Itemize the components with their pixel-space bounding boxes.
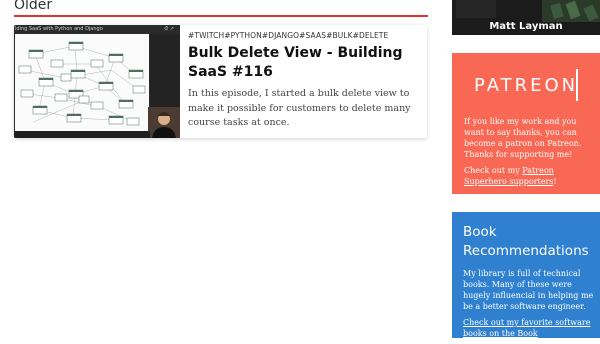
thumbnail-webcam [148,107,180,138]
post-body: #TWITCH#PYTHON#DJANGO#SAAS#BULK#DELETE B… [188,31,420,131]
thumbnail-icons: ⏱ ↗ [164,26,174,32]
patreon-cta-suffix: ! [553,177,557,186]
diagram-graphic [18,41,146,126]
books-description: My library is full of technical books. M… [463,269,594,311]
section-heading: Older [14,0,428,17]
thumbnail-statusbar [14,131,150,138]
books-text: My library is full of technical books. M… [463,268,595,344]
patreon-text: If you like my work and you want to say … [464,116,592,192]
patreon-cta-prefix: Check out my [464,166,523,175]
books-link[interactable]: Check out my favorite software books on … [463,318,590,338]
patreon-description: If you like my work and you want to say … [464,117,582,159]
author-name: Matt Layman [489,21,563,32]
author-video[interactable]: Matt Layman [452,0,600,35]
patreon-cta: Check out my Patreon Superhero supporter… [464,165,592,187]
post-title[interactable]: Bulk Delete View - Building SaaS #116 [188,44,420,82]
post-card[interactable]: lding SaaS with Python and Django ⏱ ↗ #T… [14,25,427,138]
patreon-logo-bar [576,69,578,101]
books-cta: Check out my favorite software books on … [463,317,595,339]
patreon-logo[interactable]: PATREON [474,75,578,96]
thumbnail-caption: lding SaaS with Python and Django [15,26,103,32]
book-recommendations-panel: Book Recommendations My library is full … [452,212,600,338]
post-tags[interactable]: #TWITCH#PYTHON#DJANGO#SAAS#BULK#DELETE [188,31,420,41]
books-title: Book Recommendations [463,224,589,259]
post-thumbnail[interactable]: lding SaaS with Python and Django ⏱ ↗ [14,25,180,138]
post-excerpt: In this episode, I started a bulk delete… [188,88,411,128]
patreon-panel: PATREON If you like my work and you want… [452,53,600,194]
thumbnail-diagram [15,34,149,131]
